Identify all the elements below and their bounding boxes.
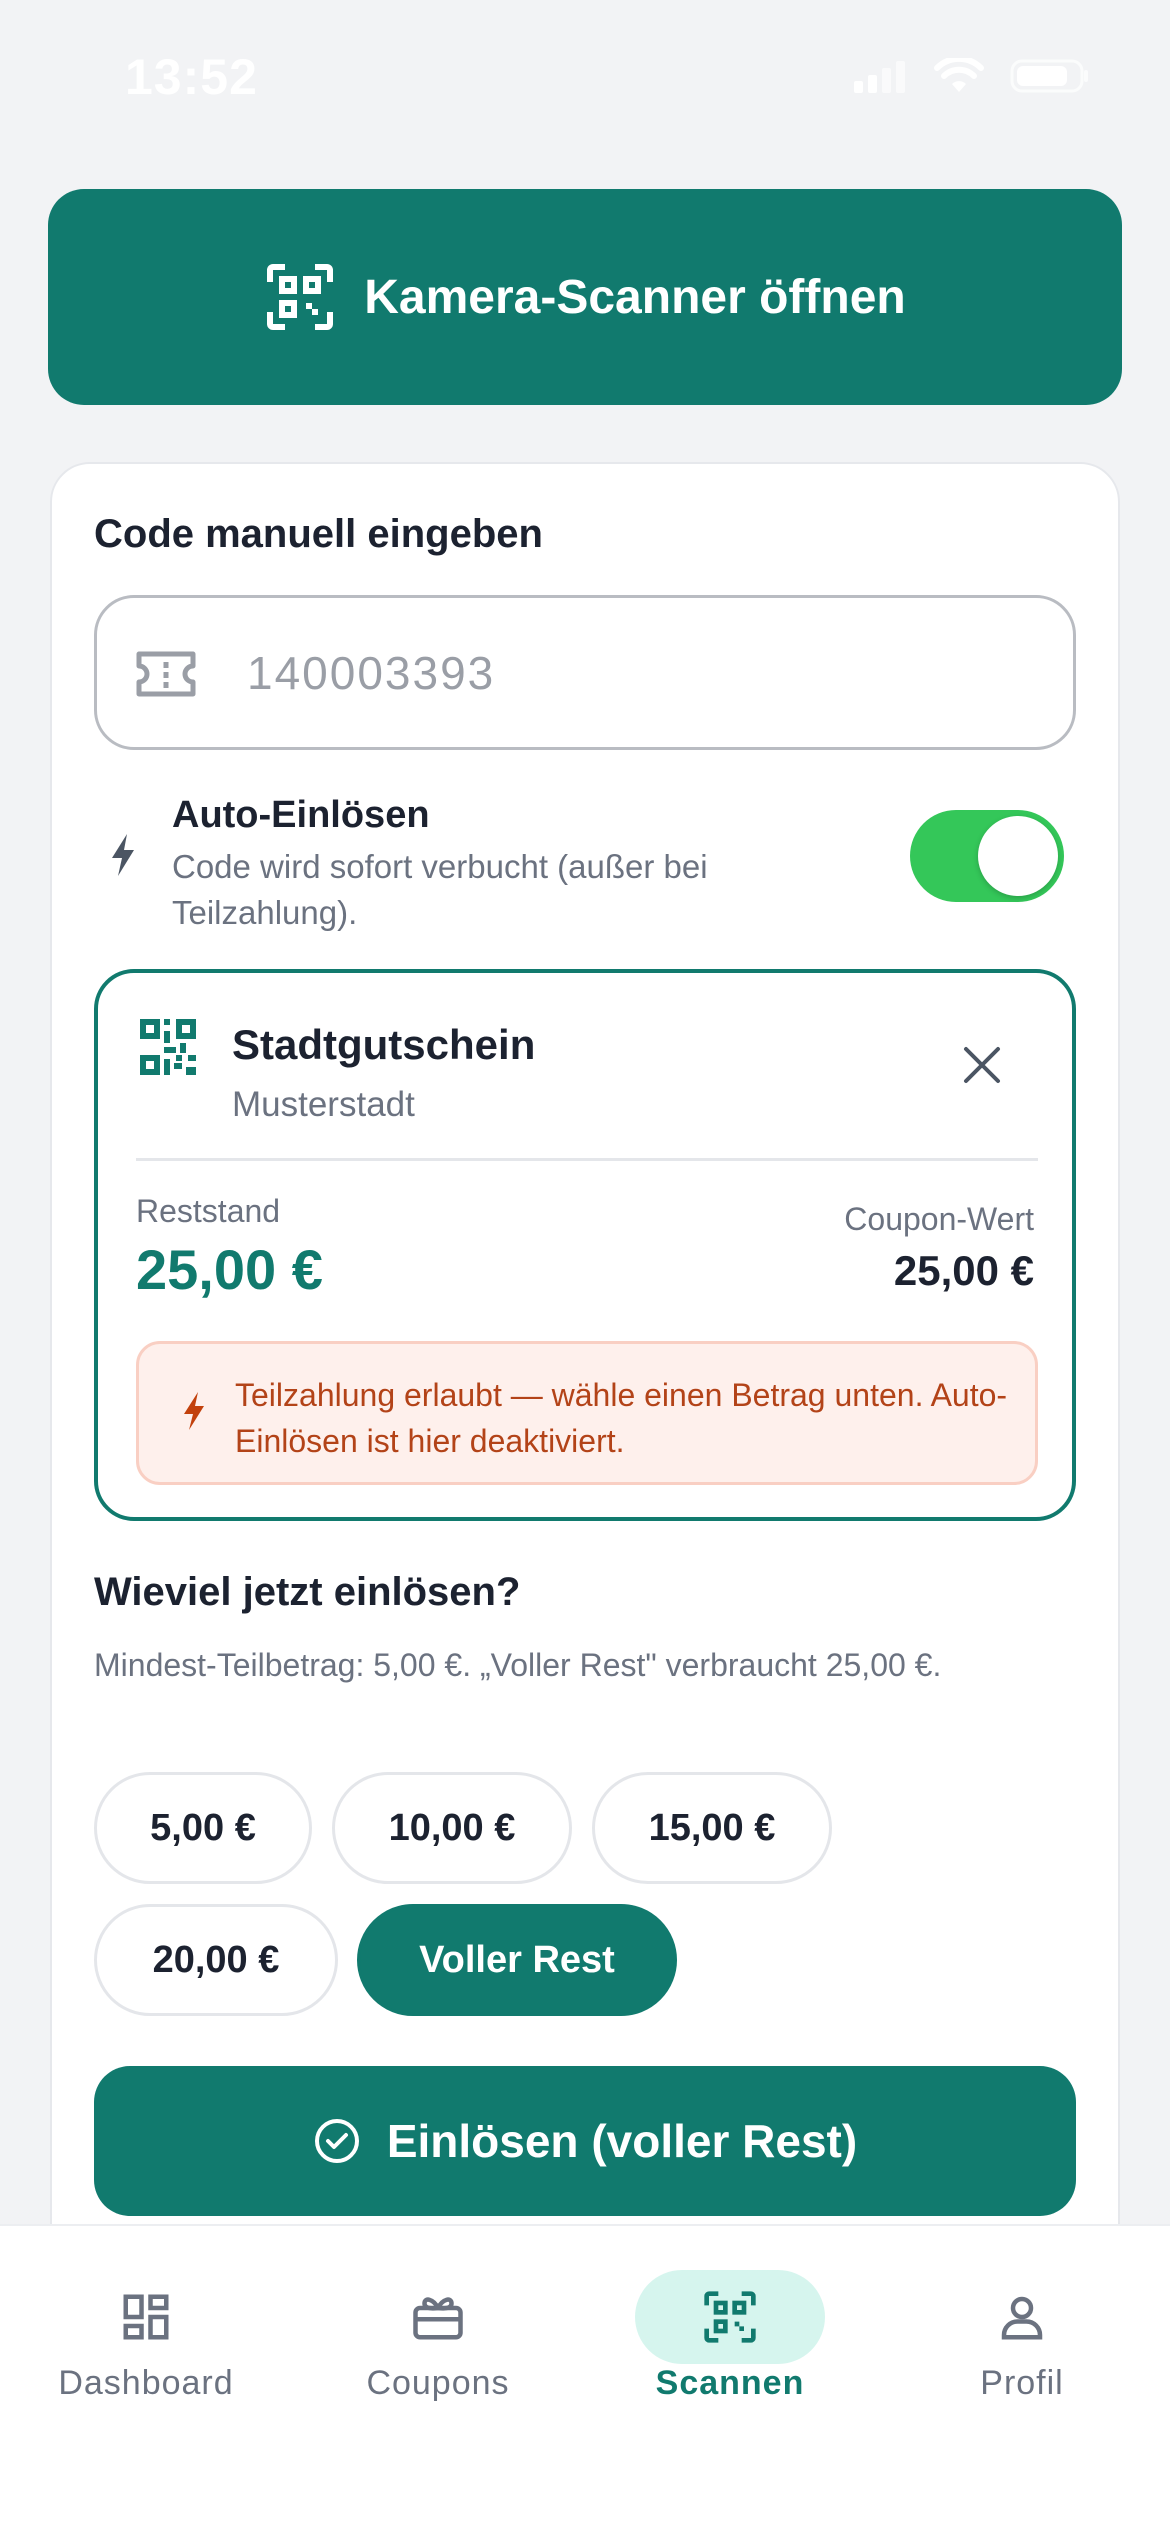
remaining-value: 25,00 €	[136, 1238, 323, 1301]
tab-label-dashboard: Dashboard	[58, 2364, 234, 2402]
amount-hint: Mindest-Teilbetrag: 5,00 €. „Voller Rest…	[94, 1647, 942, 1683]
redeem-button-label: Einlösen (voller Rest)	[386, 2115, 858, 2167]
tab-label-profil: Profil	[980, 2364, 1064, 2402]
coupon-value: 25,00 €	[893, 1247, 1034, 1294]
partial-payment-warning: Teilzahlung erlaubt — wähle einen Betrag…	[136, 1341, 1038, 1485]
amount-title: Wieviel jetzt einlösen?	[94, 1570, 521, 1614]
tab-coupons[interactable]: Coupons	[292, 2226, 584, 2426]
tab-profil[interactable]: Profil	[876, 2226, 1168, 2426]
tab-scannen[interactable]: Scannen	[584, 2226, 876, 2426]
qr-code-icon	[704, 2291, 756, 2343]
qr-code-icon	[267, 264, 334, 330]
wifi-icon	[934, 58, 984, 92]
auto-redeem-description: Code wird sofort verbucht (außer bei Tei…	[172, 848, 708, 931]
redeem-button[interactable]: Einlösen (voller Rest)	[94, 2066, 1076, 2216]
amount-chip-full-rest[interactable]: Voller Rest	[357, 1904, 677, 2016]
coupon-value-label: Coupon-Wert	[844, 1201, 1034, 1237]
tab-icon-wrap	[635, 2270, 825, 2364]
auto-redeem-title: Auto-Einlösen	[172, 794, 430, 836]
open-camera-scanner-label: Kamera-Scanner öffnen	[364, 270, 906, 324]
manual-entry-title: Code manuell eingeben	[94, 512, 543, 556]
person-icon	[1001, 2296, 1043, 2340]
tab-label-scannen: Scannen	[655, 2364, 805, 2402]
tab-dashboard[interactable]: Dashboard	[0, 2226, 292, 2426]
tab-icon-wrap	[343, 2270, 533, 2364]
amount-chip-20[interactable]: 20,00 €	[94, 1904, 338, 2016]
tab-icon-wrap	[51, 2270, 241, 2364]
signal-icon	[854, 61, 905, 93]
battery-icon	[1010, 59, 1088, 93]
auto-redeem-row: Auto-Einlösen Code wird sofort verbucht …	[94, 790, 1076, 940]
divider	[136, 1158, 1038, 1161]
amount-chip-10[interactable]: 10,00 €	[332, 1772, 572, 1884]
bolt-icon	[112, 834, 134, 876]
status-bar: 13:52	[0, 0, 1170, 150]
amount-chip-15[interactable]: 15,00 €	[592, 1772, 832, 1884]
code-input-field[interactable]	[94, 595, 1076, 750]
remaining-label: Reststand	[136, 1193, 281, 1229]
open-camera-scanner-button[interactable]: Kamera-Scanner öffnen	[48, 189, 1122, 405]
code-input[interactable]	[247, 598, 1047, 747]
bottom-tab-bar: Dashboard Coupons Scannen Profil	[0, 2224, 1170, 2532]
coupon-details-card: Stadtgutschein Musterstadt Reststand 25,…	[94, 969, 1076, 1521]
close-icon[interactable]	[962, 1045, 1002, 1085]
tab-label-coupons: Coupons	[366, 2364, 510, 2402]
gift-icon	[413, 2297, 463, 2340]
auto-redeem-toggle[interactable]	[910, 810, 1064, 902]
tab-icon-wrap	[927, 2270, 1117, 2364]
dashboard-icon	[123, 2294, 169, 2340]
coupon-name: Stadtgutschein	[232, 1021, 536, 1068]
warning-text: Teilzahlung erlaubt — wähle einen Betrag…	[235, 1377, 1008, 1459]
amount-chip-5[interactable]: 5,00 €	[94, 1772, 312, 1884]
toggle-knob	[978, 816, 1058, 896]
status-time: 13:52	[125, 49, 258, 105]
check-circle-icon	[314, 2119, 359, 2163]
coupon-city: Musterstadt	[232, 1085, 415, 1124]
bolt-icon	[184, 1392, 204, 1430]
status-icons	[852, 58, 1090, 94]
qr-code-icon	[140, 1019, 196, 1075]
ticket-icon	[136, 651, 196, 697]
